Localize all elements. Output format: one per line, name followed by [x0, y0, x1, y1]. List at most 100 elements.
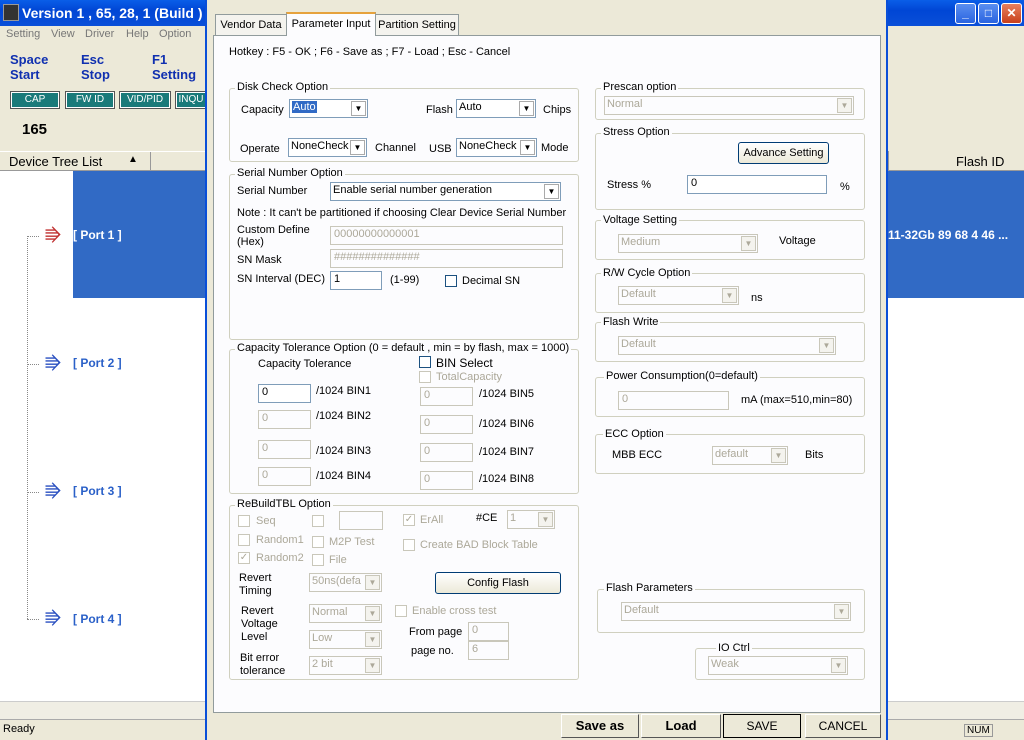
mbb-ecc-label: MBB ECC [612, 449, 663, 461]
hotkey-stop-key: Esc [81, 52, 105, 67]
disk-check-title: Disk Check Option [235, 81, 331, 93]
sn-interval-input[interactable]: 1 [330, 271, 382, 290]
flash-id-header[interactable]: Flash ID [956, 154, 1004, 169]
bin2-input[interactable]: 0 [258, 410, 311, 429]
menu-driver[interactable]: Driver [85, 28, 114, 40]
close-button[interactable]: ✕ [1001, 3, 1022, 24]
bin-select-checkbox[interactable] [419, 356, 431, 368]
bin3-input[interactable]: 0 [258, 440, 311, 459]
tab-vendor-data[interactable]: Vendor Data [215, 14, 287, 35]
voltage-title: Voltage Setting [601, 214, 680, 226]
hotkey-setting-key: F1 [152, 52, 168, 67]
capacity-select[interactable]: Auto ▼ [289, 99, 368, 118]
load-button[interactable]: Load [641, 714, 721, 738]
flash-params-value: Default [624, 604, 659, 616]
tab-partition-setting[interactable]: Partition Setting [375, 14, 459, 35]
io-ctrl-value: Weak [711, 658, 739, 670]
bin8-input[interactable]: 0 [420, 471, 473, 490]
device-count: 165 [22, 121, 48, 138]
column-divider[interactable] [150, 152, 151, 170]
tab-parameter-input[interactable]: Parameter Input [286, 12, 376, 36]
bin5-input[interactable]: 0 [420, 387, 473, 406]
flash-params-select[interactable]: Default ▼ [621, 602, 851, 621]
bin3-label: /1024 BIN3 [316, 445, 372, 457]
capacity-value: Auto [292, 101, 317, 113]
hotkey-start[interactable]: Space Start [10, 52, 48, 82]
io-ctrl-select[interactable]: Weak ▼ [708, 656, 848, 675]
cap-button[interactable]: CAP [10, 91, 60, 109]
rw-cycle-select[interactable]: Default ▼ [618, 286, 739, 305]
bin8-label: /1024 BIN8 [479, 473, 535, 485]
m2p-checkbox[interactable] [312, 536, 324, 548]
ce-select[interactable]: 1 ▼ [507, 510, 555, 529]
file-checkbox[interactable] [312, 554, 324, 566]
hotkey-stop[interactable]: Esc Stop [81, 52, 110, 82]
status-text: Ready [3, 723, 35, 735]
random1-checkbox[interactable] [238, 534, 250, 546]
menu-view[interactable]: View [51, 28, 75, 40]
extra-checkbox[interactable] [312, 515, 324, 527]
bit-error-select[interactable]: 2 bit ▼ [309, 656, 382, 675]
save-as-button[interactable]: Save as [561, 714, 639, 738]
operate-label: Operate [240, 143, 280, 155]
stress-input[interactable]: 0 [687, 175, 827, 194]
config-flash-button[interactable]: Config Flash [435, 572, 561, 594]
bin1-input[interactable]: 0 [258, 384, 311, 403]
revert-timing-line2: Timing [239, 585, 272, 597]
usb-label: USB [429, 143, 452, 155]
total-capacity-checkbox[interactable] [419, 371, 431, 383]
device-tree-header[interactable]: Device Tree List [9, 154, 102, 169]
serial-number-select[interactable]: Enable serial number generation ▼ [330, 182, 561, 201]
hotkey-hint: Hotkey : F5 - OK ; F6 - Save as ; F7 - L… [229, 46, 511, 58]
save-button[interactable]: SAVE [723, 714, 801, 738]
sn-mask-input[interactable]: ############## [330, 249, 563, 268]
flash-write-select[interactable]: Default ▼ [618, 336, 836, 355]
app-icon[interactable] [3, 4, 19, 21]
prescan-select[interactable]: Normal ▼ [604, 96, 854, 115]
flash-params-title: Flash Parameters [604, 582, 695, 594]
fwid-button[interactable]: FW ID [65, 91, 115, 109]
custom-define-label: Custom Define (Hex) [237, 224, 310, 248]
rw-cycle-value: Default [621, 288, 656, 300]
seq-checkbox[interactable] [238, 515, 250, 527]
bin6-input[interactable]: 0 [420, 415, 473, 434]
maximize-button[interactable]: □ [978, 3, 999, 24]
voltage-select[interactable]: Medium ▼ [618, 234, 758, 253]
operate-select[interactable]: NoneCheck ▼ [288, 138, 367, 157]
usb-select[interactable]: NoneCheck ▼ [456, 138, 537, 157]
menu-option[interactable]: Option [159, 28, 191, 40]
port-1[interactable]: [ Port 1 ] [73, 228, 122, 242]
m2p-label: M2P Test [329, 536, 375, 548]
vidpid-button[interactable]: VID/PID [119, 91, 171, 109]
custom-define-input[interactable]: 00000000000001 [330, 226, 563, 245]
erall-checkbox[interactable]: ✓ [403, 514, 415, 526]
bin4-input[interactable]: 0 [258, 467, 311, 486]
chevron-down-icon: ▼ [519, 101, 534, 116]
inquiry-button[interactable]: INQU [175, 91, 207, 109]
cross-test-checkbox[interactable] [395, 605, 407, 617]
bin7-input[interactable]: 0 [420, 443, 473, 462]
flash-select[interactable]: Auto ▼ [456, 99, 536, 118]
decimal-sn-checkbox[interactable] [445, 275, 457, 287]
port-2[interactable]: [ Port 2 ] [73, 356, 122, 370]
page-no-input[interactable]: 6 [468, 641, 509, 660]
revert-timing-select[interactable]: 50ns(defa ▼ [309, 573, 382, 592]
port-4[interactable]: [ Port 4 ] [73, 612, 122, 626]
extra-input[interactable] [339, 511, 383, 530]
hotkey-setting[interactable]: F1 Setting [152, 52, 196, 82]
port-3[interactable]: [ Port 3 ] [73, 484, 122, 498]
menu-setting[interactable]: Setting [6, 28, 40, 40]
minimize-button[interactable]: _ [955, 3, 976, 24]
ecc-select[interactable]: default ▼ [712, 446, 788, 465]
chevron-down-icon: ▼ [365, 606, 380, 621]
menu-help[interactable]: Help [126, 28, 149, 40]
power-input[interactable]: 0 [618, 391, 729, 410]
advance-setting-button[interactable]: Advance Setting [738, 142, 829, 164]
low-select[interactable]: Low ▼ [309, 630, 382, 649]
from-page-input[interactable]: 0 [468, 622, 509, 641]
bin-select-label: BIN Select [436, 356, 493, 370]
create-bad-checkbox[interactable] [403, 539, 415, 551]
revert-voltage-select[interactable]: Normal ▼ [309, 604, 382, 623]
random2-checkbox[interactable]: ✓ [238, 552, 250, 564]
cancel-button[interactable]: CANCEL [805, 714, 881, 738]
